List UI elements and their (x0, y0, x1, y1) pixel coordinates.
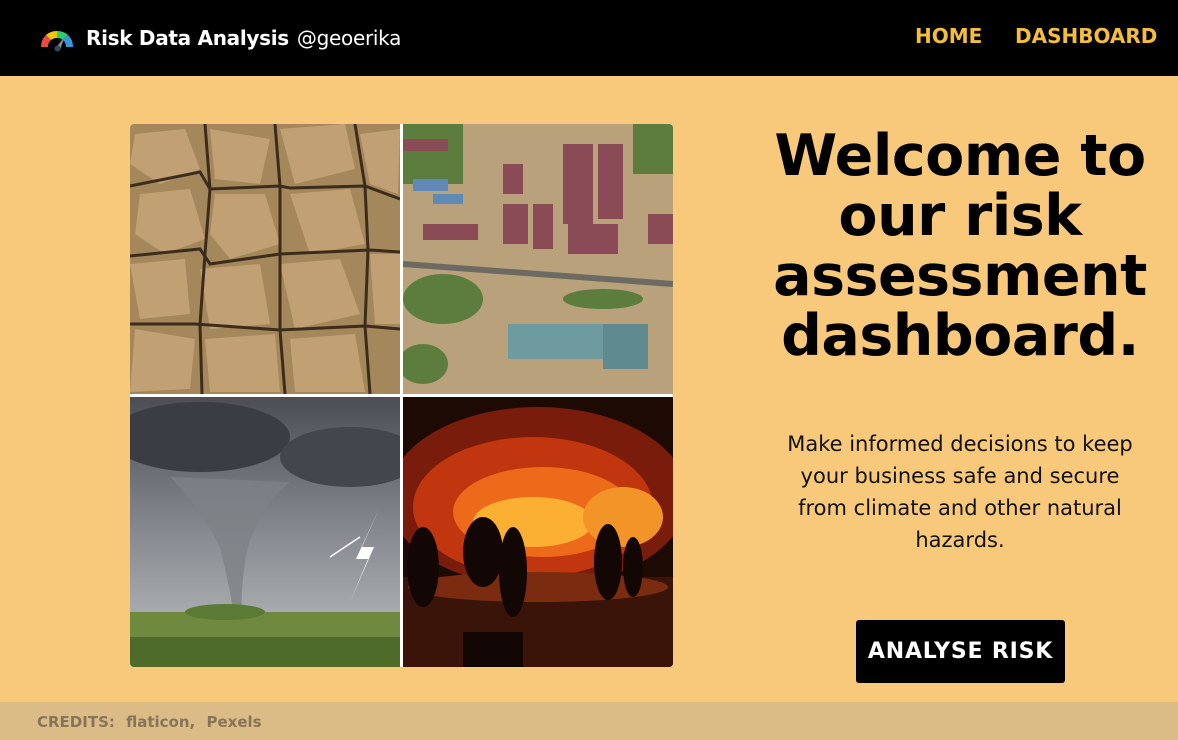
top-navbar: Risk Data Analysis @geoerika HOME DASHBO… (0, 0, 1178, 76)
credit-pexels-link[interactable]: Pexels (206, 713, 261, 731)
brand-handle: @geoerika (296, 26, 402, 50)
nav-dashboard-link[interactable]: DASHBOARD (1015, 24, 1157, 48)
nav-home-link[interactable]: HOME (915, 24, 982, 48)
hero-subtext: Make informed decisions to keep your bus… (787, 432, 1133, 552)
analyse-risk-button[interactable]: ANALYSE RISK (856, 620, 1065, 683)
credits-label: CREDITS: (37, 713, 115, 731)
footer: CREDITS: flaticon, Pexels (0, 702, 1178, 740)
flooded-town-aerial-image (403, 124, 673, 394)
credits: CREDITS: flaticon, Pexels (37, 713, 268, 731)
brand[interactable]: Risk Data Analysis @geoerika (36, 20, 401, 56)
speedometer-logo-icon (40, 30, 74, 52)
drought-cracked-earth-image (130, 124, 400, 394)
welcome-heading: Welcome to our risk assessment dashboard… (773, 123, 1147, 369)
wildfire-firefighters-image (403, 397, 673, 667)
brand-title: Risk Data Analysis (86, 26, 289, 50)
tornado-storm-image (130, 397, 400, 667)
hazard-image-mosaic (130, 124, 673, 667)
credit-flaticon-link[interactable]: flaticon, (126, 713, 195, 731)
